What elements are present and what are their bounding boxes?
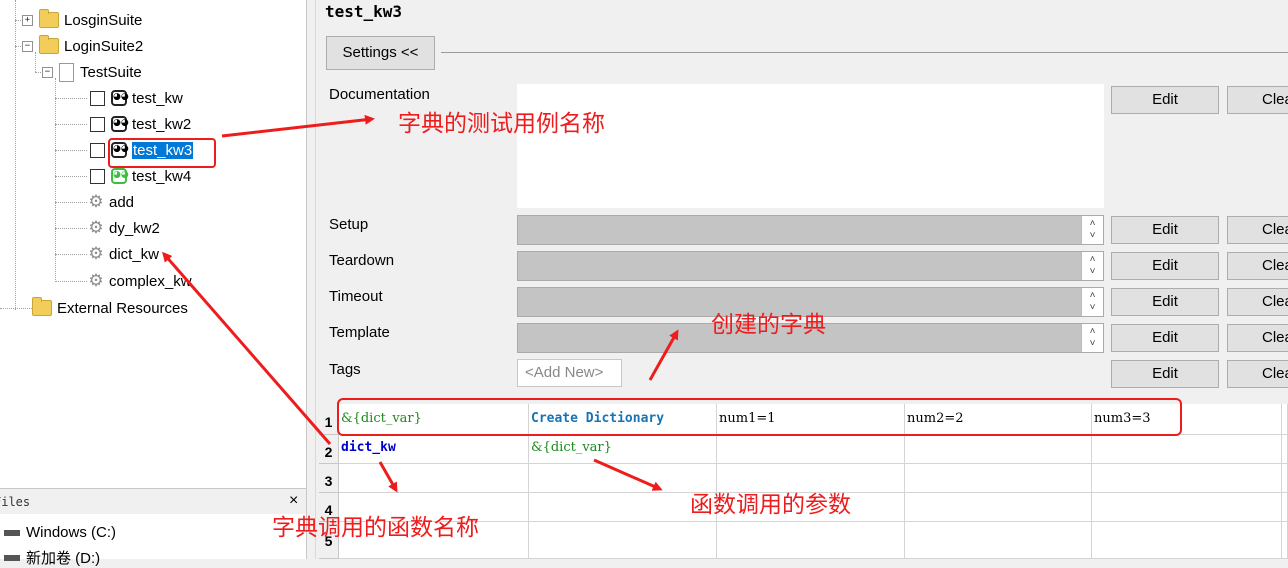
arrow-to-called-func [378, 461, 398, 493]
arrow-to-created-dict [648, 329, 679, 381]
arrow-to-dict-kw [162, 251, 332, 445]
arrow-to-testcase-label [221, 114, 375, 138]
annotation-arrows [162, 114, 679, 493]
arrow-to-call-args [593, 458, 663, 491]
